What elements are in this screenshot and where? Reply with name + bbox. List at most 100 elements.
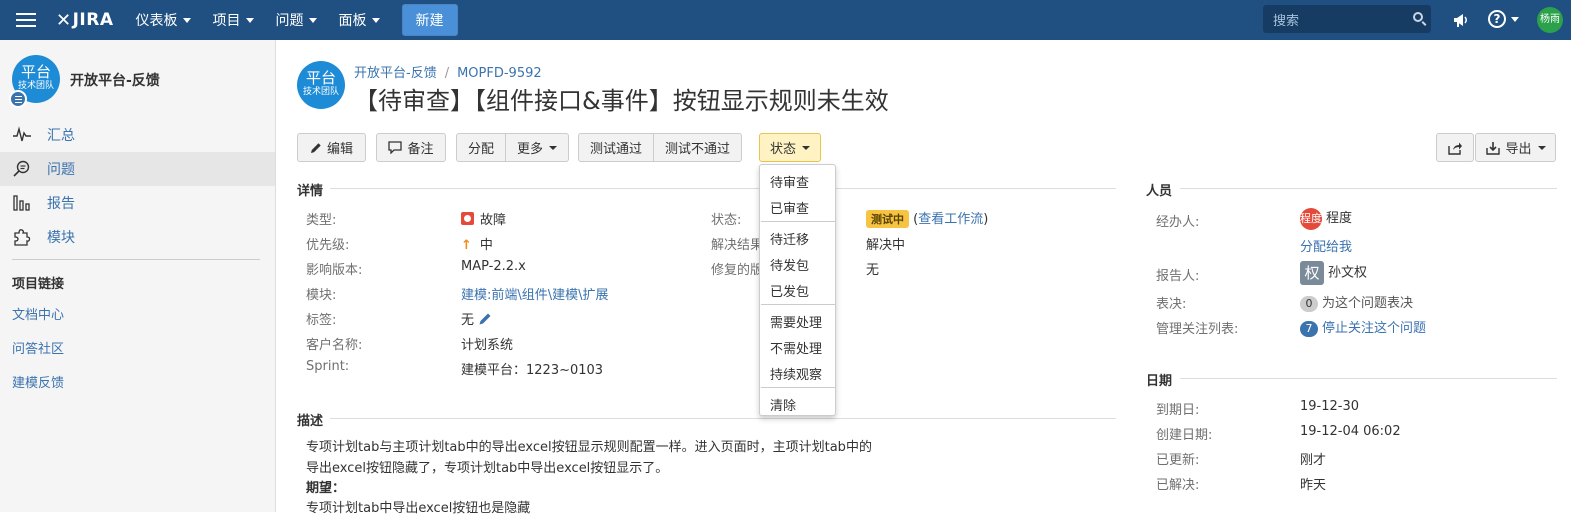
workflow-paren-close: ) xyxy=(983,212,989,227)
export-button-label: 导出 xyxy=(1505,142,1532,157)
vote-for-issue-link[interactable]: 为这个问题表决 xyxy=(1322,296,1413,311)
chevron-down-icon xyxy=(245,17,254,23)
breadcrumb-issue-key-link[interactable]: MOPFD-9592 xyxy=(457,66,542,81)
stop-watching-link[interactable]: 停止关注这个问题 xyxy=(1322,321,1426,336)
status-dropdown-button[interactable]: 状态 xyxy=(759,133,821,162)
status-option-pending-release[interactable]: 待发包 xyxy=(770,255,809,274)
sprint-label: Sprint: xyxy=(306,359,350,374)
breadcrumb-project-link[interactable]: 开放平台-反馈 xyxy=(354,66,437,81)
resolved-date-value: 昨天 xyxy=(1300,478,1327,493)
comment-button[interactable]: 备注 xyxy=(376,133,446,162)
sidebar-item-reports[interactable]: 报告 xyxy=(0,186,275,220)
status-option-pending-migration[interactable]: 待迁移 xyxy=(770,229,809,248)
status-option-needs-handling[interactable]: 需要处理 xyxy=(770,312,822,331)
comment-icon xyxy=(388,141,403,154)
breadcrumb-separator: / xyxy=(444,66,450,81)
nav-issues[interactable]: 问题 xyxy=(276,10,317,30)
assign-to-me-link[interactable]: 分配给我 xyxy=(1300,236,1352,255)
sidebar-item-components[interactable]: 模块 xyxy=(0,220,275,254)
priority-medium-icon: ↑ xyxy=(461,238,472,253)
due-date-label: 到期日: xyxy=(1156,403,1200,418)
divider xyxy=(12,259,260,260)
description-line: 导出excel按钮隐藏了，专项计划tab中导出excel按钮显示了。 xyxy=(306,461,669,476)
status-lozenge: 测试中 xyxy=(866,210,909,228)
jira-logo[interactable]: ✕ JIRA xyxy=(56,10,114,31)
nav-dashboards-label: 仪表板 xyxy=(135,13,178,29)
labels-label: 标签: xyxy=(306,313,337,328)
create-button[interactable]: 新建 xyxy=(401,4,458,36)
logo-text: JIRA xyxy=(72,10,114,30)
share-icon xyxy=(1448,142,1462,155)
sidebar-link-docs[interactable]: 文档中心 xyxy=(12,304,64,323)
assignee-name[interactable]: 程度 xyxy=(1326,211,1352,226)
status-option-clear[interactable]: 清除 xyxy=(770,395,796,414)
comment-button-label: 备注 xyxy=(407,142,434,157)
dates-heading: 日期 xyxy=(1146,374,1173,389)
help-icon[interactable]: ? xyxy=(1488,10,1506,28)
chevron-down-icon xyxy=(371,17,380,23)
megaphone-icon[interactable] xyxy=(1452,11,1470,29)
votes-value: 0 为这个问题表决 xyxy=(1300,292,1413,312)
nav-boards[interactable]: 面板 xyxy=(339,10,380,30)
chevron-down-icon[interactable] xyxy=(1511,17,1519,22)
project-avatar-text: 平台 xyxy=(20,63,51,81)
resolution-label: 解决结果 xyxy=(711,238,764,253)
edit-button[interactable]: 编辑 xyxy=(297,133,366,162)
project-avatar-text: 平台 xyxy=(305,69,336,87)
project-links-heading: 项目链接 xyxy=(12,277,65,292)
votes-label: 表决: xyxy=(1156,297,1187,312)
user-avatar[interactable]: 杨雨 xyxy=(1537,7,1563,33)
description-line: 专项计划tab中导出excel按钮也是隐藏 xyxy=(306,501,531,516)
assign-button[interactable]: 分配 xyxy=(457,134,507,161)
puzzle-icon xyxy=(14,229,31,246)
activity-icon xyxy=(13,126,31,142)
status-button-label: 状态 xyxy=(769,142,796,157)
component-link[interactable]: 建模:前端\组件\建模\扩展 xyxy=(461,284,609,303)
project-name[interactable]: 开放平台-反馈 xyxy=(70,70,160,90)
export-button[interactable]: 导出 xyxy=(1475,133,1556,162)
priority-value-text: 中 xyxy=(479,238,493,253)
status-option-no-handling[interactable]: 不需处理 xyxy=(770,338,822,357)
sidebar-item-issues[interactable]: 问题 xyxy=(0,152,275,186)
description-line: 专项计划tab与主项计划tab中的导出excel按钮显示规则配置一样。进入页面时… xyxy=(306,440,872,455)
view-workflow-link[interactable]: 查看工作流 xyxy=(918,212,983,227)
status-option-pending-review[interactable]: 待审查 xyxy=(770,172,809,191)
reporter-avatar[interactable]: 权 xyxy=(1300,261,1324,285)
status-option-released[interactable]: 已发包 xyxy=(770,281,809,300)
issue-project-avatar[interactable]: 平台 技术团队 xyxy=(297,61,345,109)
chevron-down-icon xyxy=(308,17,317,23)
edit-labels-pencil-icon[interactable] xyxy=(478,312,492,326)
watchers-count-badge[interactable]: 7 xyxy=(1300,321,1318,337)
votes-count-badge: 0 xyxy=(1300,296,1318,312)
divider xyxy=(330,418,1116,419)
sidebar-item-label: 汇总 xyxy=(47,128,75,144)
nav-projects[interactable]: 项目 xyxy=(213,10,254,30)
labels-value-text: 无 xyxy=(461,313,475,328)
status-option-reviewed[interactable]: 已审查 xyxy=(770,198,809,217)
sidebar-link-qa[interactable]: 问答社区 xyxy=(12,338,64,357)
divider xyxy=(761,387,836,388)
divider xyxy=(761,304,836,305)
test-fail-button[interactable]: 测试不通过 xyxy=(654,134,741,161)
nav-projects-label: 项目 xyxy=(212,13,241,29)
updated-date-label: 已更新: xyxy=(1156,453,1200,468)
status-option-observe[interactable]: 持续观察 xyxy=(770,364,822,383)
divider xyxy=(1180,378,1557,379)
reporter-name[interactable]: 孙文权 xyxy=(1328,266,1367,281)
sidebar-link-feedback[interactable]: 建模反馈 xyxy=(12,372,64,391)
test-pass-button[interactable]: 测试通过 xyxy=(579,134,655,161)
sidebar-item-summary[interactable]: 汇总 xyxy=(0,118,275,152)
more-button[interactable]: 更多 xyxy=(506,134,568,161)
issue-summary-title[interactable]: 【待审查】【组件接口&事件】按钮显示规则未生效 xyxy=(354,81,889,116)
assign-more-group: 分配 更多 xyxy=(456,133,570,162)
share-button[interactable] xyxy=(1436,133,1474,162)
search-input[interactable]: 搜索 xyxy=(1263,5,1431,33)
nav-dashboards[interactable]: 仪表板 xyxy=(136,10,191,30)
chevron-down-icon xyxy=(1537,145,1546,150)
menu-icon[interactable] xyxy=(16,13,36,27)
chevron-down-icon xyxy=(549,145,558,150)
details-heading: 详情 xyxy=(297,184,324,199)
reporter-label: 报告人: xyxy=(1156,269,1200,284)
priority-value: ↑ 中 xyxy=(461,234,493,253)
assignee-avatar[interactable]: 程度 xyxy=(1300,207,1322,230)
